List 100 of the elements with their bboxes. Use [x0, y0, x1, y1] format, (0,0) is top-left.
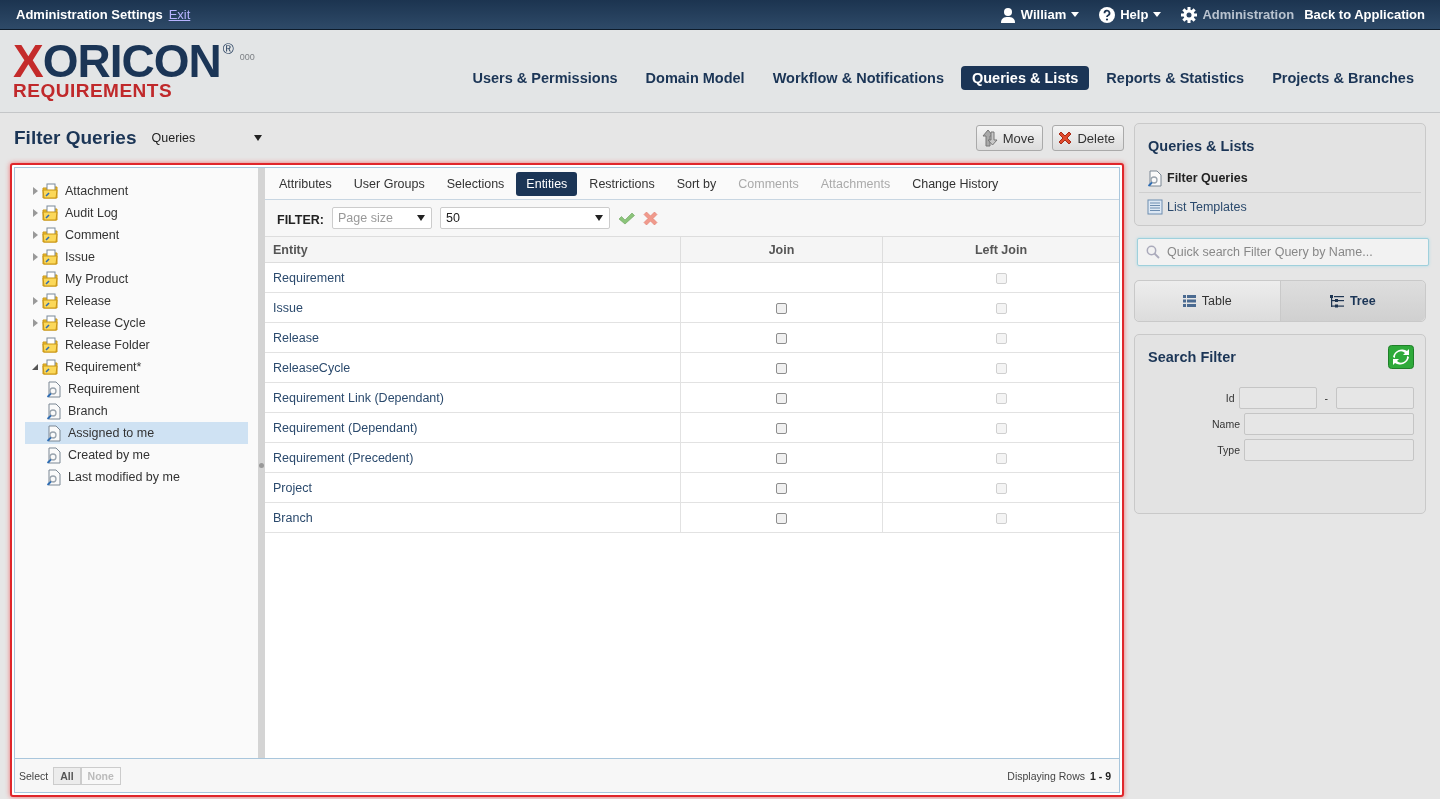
field-label: Id — [1225, 392, 1235, 404]
nav-tab[interactable]: Domain Model — [634, 66, 756, 90]
document-search-icon — [46, 402, 62, 420]
entity-cell: Branch — [265, 502, 681, 533]
card-title: Queries & Lists — [1148, 138, 1256, 154]
document-search-icon — [46, 380, 62, 398]
caret-icon — [1071, 12, 1080, 17]
app-title: Administration Settings — [16, 7, 163, 22]
entity-cell: Requirement (Precedent) — [265, 442, 681, 473]
checkbox[interactable] — [776, 302, 787, 314]
entity-cell: Requirement Link (Dependant) — [265, 382, 681, 413]
tree-item[interactable]: Release Cycle — [25, 312, 248, 334]
tab[interactable]: Entities — [516, 171, 578, 196]
caret-icon — [417, 215, 425, 221]
nav-tab[interactable]: Reports & Statistics — [1095, 66, 1256, 90]
back-to-application-link[interactable]: Back to Application — [1304, 7, 1425, 22]
tree-item[interactable]: Last modified by me — [25, 466, 248, 488]
clear-icon[interactable] — [643, 210, 658, 226]
tree-item[interactable]: Release — [25, 290, 248, 312]
folder-icon — [42, 271, 59, 287]
move-button[interactable]: Move — [975, 125, 1044, 151]
entity-cell: Issue — [265, 292, 681, 323]
tree-item[interactable]: Audit Log — [25, 202, 248, 224]
queries-dropdown[interactable]: Queries — [151, 131, 262, 145]
range-separator: - — [1324, 392, 1328, 404]
document-search-icon — [1147, 169, 1163, 187]
folder-icon — [42, 227, 59, 243]
rows-label: Displaying Rows — [1007, 769, 1085, 782]
tab[interactable]: Sort by — [666, 171, 727, 196]
document-search-icon — [46, 424, 62, 442]
input-field[interactable] — [1244, 439, 1414, 461]
tree-item[interactable]: Comment — [25, 224, 248, 246]
user-menu[interactable]: William — [1020, 7, 1067, 22]
rows-range: 1 - 9 — [1090, 769, 1111, 782]
checkbox[interactable] — [776, 452, 787, 464]
document-search-icon — [46, 468, 62, 486]
checkbox[interactable] — [776, 482, 787, 494]
registered-mark: ® — [222, 40, 234, 56]
checkbox[interactable] — [776, 332, 787, 344]
view-toggle[interactable]: Table — [1135, 281, 1281, 321]
tab[interactable]: Attributes — [269, 171, 342, 196]
tab[interactable]: Change History — [902, 171, 1009, 196]
checkbox[interactable] — [776, 512, 787, 524]
checkbox[interactable] — [776, 392, 787, 404]
tree-item[interactable]: Created by me — [25, 444, 248, 466]
page-size-value-dropdown[interactable]: 50 — [440, 207, 610, 229]
entity-cell: Release — [265, 322, 681, 353]
list-icon — [1147, 199, 1163, 215]
tree-item[interactable]: Assigned to me — [25, 422, 248, 444]
input-field[interactable] — [1336, 387, 1414, 409]
nav-tab[interactable]: Users & Permissions — [461, 66, 629, 90]
folder-icon — [42, 183, 59, 199]
page-title: Filter Queries — [14, 127, 137, 149]
folder-icon — [42, 315, 59, 331]
input-field[interactable] — [1244, 413, 1414, 435]
list-icon — [1182, 295, 1196, 307]
folder-icon — [42, 293, 59, 309]
entity-cell: Project — [265, 472, 681, 503]
sidebar-item[interactable]: Filter Queries — [1139, 164, 1421, 192]
arrows-icon — [980, 129, 999, 147]
version-label: 000 — [239, 52, 255, 62]
select-label: Select — [19, 769, 49, 782]
input-field[interactable] — [1238, 387, 1317, 409]
nav-tab[interactable]: Projects & Branches — [1261, 66, 1425, 90]
tree-item[interactable]: Issue — [25, 246, 248, 268]
select-all-button[interactable]: All — [53, 766, 81, 785]
refresh-icon[interactable] — [1388, 345, 1414, 369]
splitter-handle[interactable] — [259, 463, 264, 468]
folder-icon — [42, 249, 59, 265]
tab[interactable]: Restrictions — [579, 171, 665, 196]
tab[interactable]: User Groups — [343, 171, 435, 196]
column-header: Join — [680, 237, 883, 263]
administration-label: Administration — [1202, 7, 1295, 22]
entity-cell: Requirement (Dependant) — [265, 412, 681, 443]
check-icon[interactable] — [618, 211, 635, 225]
folder-icon — [42, 337, 59, 353]
exit-link[interactable]: Exit — [168, 7, 191, 22]
nav-tab[interactable]: Queries & Lists — [961, 66, 1090, 90]
column-header: Entity — [265, 237, 681, 263]
sidebar-item[interactable]: List Templates — [1139, 192, 1421, 221]
tree-item[interactable]: My Product — [25, 268, 248, 290]
folder-icon — [42, 359, 59, 375]
tree-icon — [1329, 294, 1344, 308]
tree-item[interactable]: Requirement — [25, 378, 248, 400]
logo-wordmark: XORICON — [13, 40, 221, 81]
help-menu[interactable]: Help — [1120, 7, 1149, 22]
tree-item[interactable]: Attachment — [25, 180, 248, 202]
tree-item[interactable]: Requirement* — [25, 356, 248, 378]
tree-item[interactable]: Release Folder — [25, 334, 248, 356]
user-icon — [999, 6, 1016, 23]
folder-icon — [42, 205, 59, 221]
checkbox[interactable] — [776, 362, 787, 374]
nav-tab[interactable]: Workflow & Notifications — [761, 66, 955, 90]
caret-icon — [1153, 12, 1162, 17]
tree-item[interactable]: Branch — [25, 400, 248, 422]
checkbox[interactable] — [776, 422, 787, 434]
tab[interactable]: Selections — [436, 171, 515, 196]
entity-cell: Requirement — [265, 262, 681, 293]
delete-button[interactable]: Delete — [1052, 125, 1124, 151]
view-toggle[interactable]: Tree — [1280, 281, 1425, 321]
